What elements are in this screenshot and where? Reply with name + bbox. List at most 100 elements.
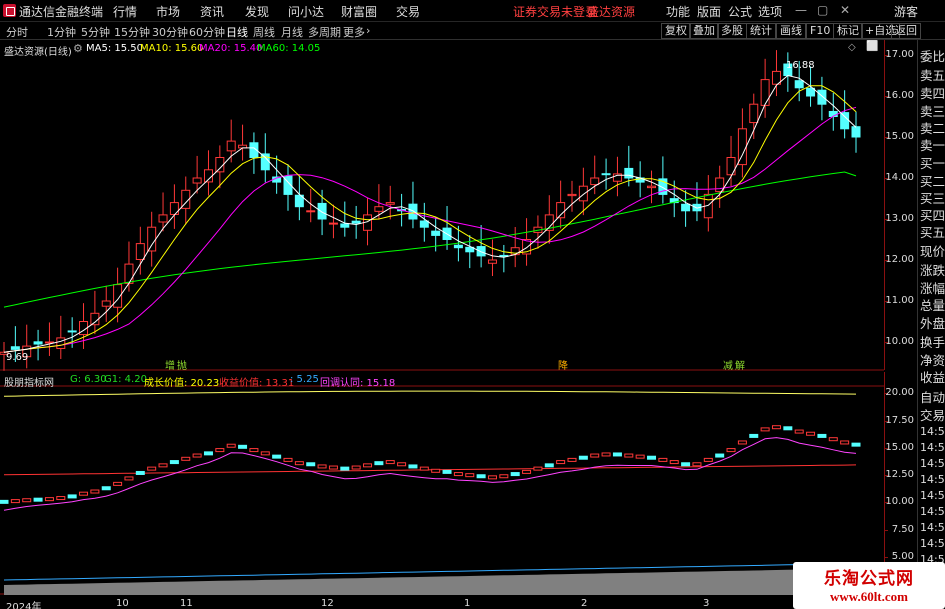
kline-chart[interactable]: 16.88 9.69 增抛 降 减解 bbox=[0, 40, 884, 609]
indicator-candle bbox=[658, 457, 668, 462]
menu-item-quotes[interactable]: 行情 bbox=[113, 3, 137, 20]
side-item-price[interactable]: 现价 bbox=[920, 241, 945, 260]
candle-body bbox=[33, 341, 43, 345]
broker-name[interactable]: 盛达资源 bbox=[587, 3, 635, 20]
indicator-candle bbox=[317, 464, 327, 469]
overlay-button[interactable]: 叠加 bbox=[689, 23, 719, 39]
candle-body bbox=[590, 177, 600, 186]
side-item-change[interactable]: 涨跌 bbox=[920, 260, 945, 279]
indicator-candle bbox=[453, 472, 463, 477]
multi-stock-button[interactable]: 多股 bbox=[717, 23, 747, 39]
indicator-candle bbox=[113, 481, 123, 486]
period-tab-60min[interactable]: 60分钟 bbox=[189, 24, 225, 40]
expand-icon[interactable]: ⬜ bbox=[866, 41, 878, 52]
minimize-icon[interactable]: — bbox=[795, 3, 807, 17]
side-item-ask5[interactable]: 卖五 bbox=[920, 65, 945, 84]
indicator-candle bbox=[351, 465, 361, 470]
ma20-line bbox=[3, 106, 857, 353]
ma60-label: MA60: 14.05 bbox=[257, 43, 321, 54]
price-label: 15.00 bbox=[885, 131, 914, 142]
indicator-candle bbox=[101, 486, 111, 491]
side-item-volume[interactable]: 总量 bbox=[920, 295, 945, 314]
indicator-axis-label: 20.00 bbox=[885, 387, 914, 398]
candle-body bbox=[681, 203, 691, 212]
indicator-candle bbox=[726, 448, 736, 453]
menu-item-options[interactable]: 选项 bbox=[758, 3, 782, 20]
menu-item-market[interactable]: 市场 bbox=[156, 3, 180, 20]
menu-item-wealth[interactable]: 财富圈 bbox=[341, 3, 377, 20]
price-label: 16.00 bbox=[885, 90, 914, 101]
period-tab-daily[interactable]: 日线 bbox=[226, 24, 248, 40]
close-icon[interactable]: ✕ bbox=[840, 3, 850, 17]
period-tab-intraday[interactable]: 分时 bbox=[6, 24, 28, 40]
indicator-axis-label: 10.00 bbox=[885, 496, 914, 507]
period-tab-monthly[interactable]: 月线 bbox=[281, 24, 303, 40]
menu-item-layout[interactable]: 版面 bbox=[697, 3, 721, 20]
side-item-order-ratio[interactable]: 委比 bbox=[920, 46, 945, 65]
side-item-earnings[interactable]: 收益 bbox=[920, 367, 945, 386]
date-label: 10 bbox=[116, 598, 129, 609]
back-button[interactable]: 返回 bbox=[891, 23, 921, 39]
menu-item-formula[interactable]: 公式 bbox=[728, 3, 752, 20]
settings-gear-icon[interactable]: ⚙ bbox=[73, 42, 83, 55]
price-label: 14.00 bbox=[885, 172, 914, 183]
indicator-candle bbox=[90, 489, 100, 494]
indicator-candle bbox=[283, 457, 293, 462]
adjust-button[interactable]: 复权 bbox=[661, 23, 691, 39]
indicator-candle bbox=[737, 440, 747, 445]
indicator-candle bbox=[794, 429, 804, 434]
side-item-ask4[interactable]: 卖四 bbox=[920, 83, 945, 102]
side-item-turnover[interactable]: 换手 bbox=[920, 332, 945, 351]
menu-item-functions[interactable]: 功能 bbox=[666, 3, 690, 20]
menu-item-discover[interactable]: 发现 bbox=[245, 3, 269, 20]
period-tab-multi[interactable]: 多周期 bbox=[308, 24, 341, 40]
stats-button[interactable]: 统计 bbox=[746, 23, 776, 39]
mark-button[interactable]: 标记 bbox=[833, 23, 863, 39]
indicator-candle bbox=[363, 463, 373, 468]
tick-time: 14:56 bbox=[920, 521, 945, 534]
candle-body bbox=[374, 206, 384, 212]
indicator-candle bbox=[760, 427, 770, 432]
side-item-bid5[interactable]: 买五 bbox=[920, 222, 945, 241]
menu-item-trade[interactable]: 交易 bbox=[396, 3, 420, 20]
chevron-right-icon[interactable]: › bbox=[366, 24, 370, 37]
indicator-candle bbox=[181, 456, 191, 461]
login-status[interactable]: 证券交易未登录 bbox=[513, 3, 597, 20]
period-tab-weekly[interactable]: 周线 bbox=[253, 24, 275, 40]
indicator-candle bbox=[0, 499, 9, 504]
candle-body bbox=[749, 103, 759, 124]
candle-body bbox=[487, 259, 497, 264]
side-item-bid1[interactable]: 买一 bbox=[920, 153, 945, 172]
window-icon[interactable]: ▢ bbox=[817, 3, 828, 17]
period-tab-1min[interactable]: 1分钟 bbox=[47, 24, 76, 40]
menu-item-ask[interactable]: 问小达 bbox=[288, 3, 324, 20]
user-name[interactable]: 游客 bbox=[894, 3, 918, 20]
period-tab-more[interactable]: 更多 bbox=[343, 24, 365, 40]
period-tab-15min[interactable]: 15分钟 bbox=[114, 24, 150, 40]
side-item-outer[interactable]: 外盘 bbox=[920, 313, 945, 332]
period-tab-5min[interactable]: 5分钟 bbox=[81, 24, 110, 40]
draw-line-button[interactable]: 画线 bbox=[776, 23, 806, 39]
diamond-icon[interactable]: ◇ bbox=[848, 42, 856, 53]
ma5-label: MA5: 15.50 bbox=[86, 43, 144, 54]
candle-body bbox=[101, 300, 111, 307]
indicator-candle bbox=[465, 473, 475, 478]
indicator-candle bbox=[487, 475, 497, 480]
indicator-candle bbox=[851, 442, 861, 447]
indicator-candle bbox=[522, 469, 532, 474]
indicator-candle bbox=[442, 469, 452, 474]
indicator-candle bbox=[578, 455, 588, 460]
side-item-auto[interactable]: 自动 bbox=[920, 387, 945, 406]
side-item-trade[interactable]: 交易 bbox=[920, 405, 945, 424]
indicator-candle bbox=[647, 455, 657, 460]
f10-button[interactable]: F10 bbox=[806, 23, 835, 39]
price-label: 13.00 bbox=[885, 213, 914, 224]
side-item-ask1[interactable]: 卖一 bbox=[920, 135, 945, 154]
ma10-line bbox=[3, 85, 857, 353]
app-logo-icon bbox=[3, 4, 16, 17]
candle-body bbox=[351, 220, 361, 224]
indicator-candle bbox=[783, 426, 793, 431]
indicator-candle bbox=[510, 472, 520, 477]
menu-item-news[interactable]: 资讯 bbox=[200, 3, 224, 20]
period-tab-30min[interactable]: 30分钟 bbox=[152, 24, 188, 40]
